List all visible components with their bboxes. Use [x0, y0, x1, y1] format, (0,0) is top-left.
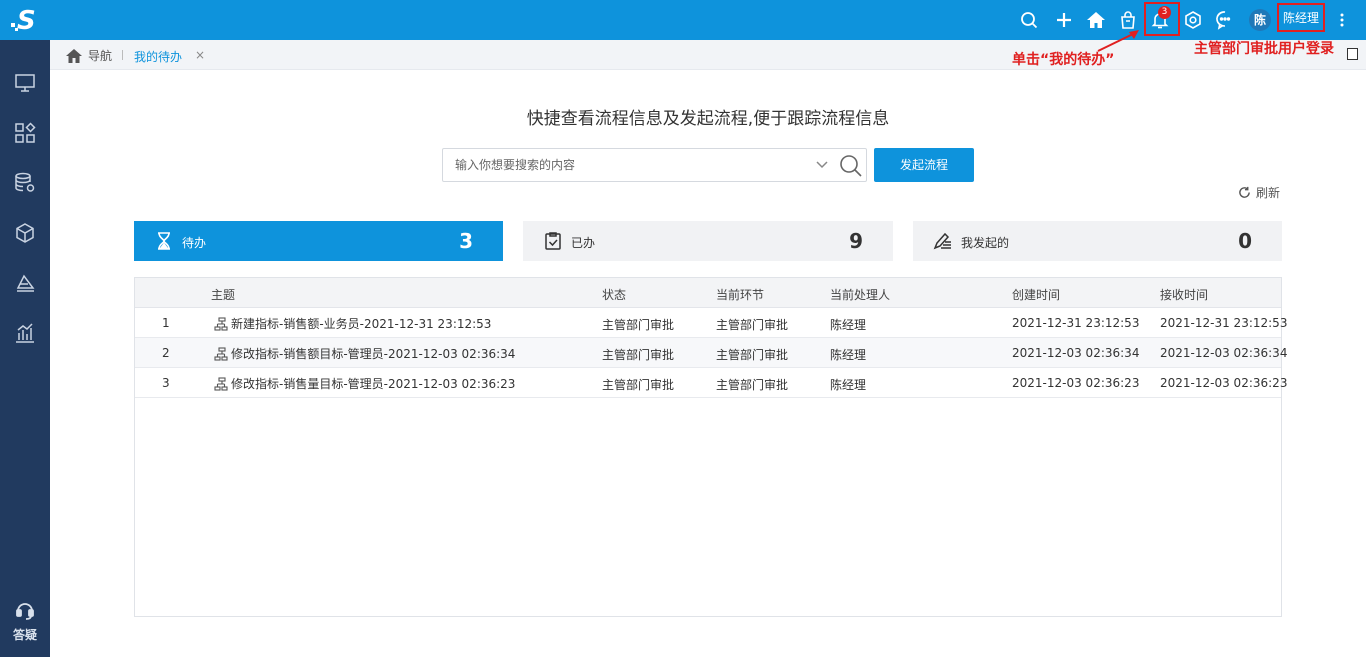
card-done[interactable]: 已办 9: [523, 221, 893, 261]
row-stage: 主管部门审批: [716, 348, 789, 362]
row-status: 主管部门审批: [602, 348, 675, 362]
more-vertical-icon[interactable]: [1330, 8, 1354, 32]
row-created: 2021-12-03 02:36:23: [1012, 376, 1140, 390]
left-sidebar: S 答疑: [0, 0, 50, 657]
window-restore-icon[interactable]: [1347, 48, 1358, 60]
row-subject-text: 修改指标-销售额目标-管理员-2021-12-03 02:36:34: [231, 347, 516, 361]
table-header: 主题 状态 当前环节 当前处理人 创建时间 接收时间: [135, 278, 1281, 308]
row-handler: 陈经理: [830, 348, 867, 362]
row-subject[interactable]: 修改指标-销售额目标-管理员-2021-12-03 02:36:34: [214, 345, 515, 362]
refresh-label: 刷新: [1256, 186, 1281, 200]
page-headline: 快捷查看流程信息及发起流程,便于跟踪流程信息: [526, 109, 890, 129]
row-received: 2021-12-03 02:36:23: [1160, 376, 1288, 390]
header-created[interactable]: 创建时间: [1012, 286, 1060, 303]
card-done-label: 已办: [571, 236, 596, 250]
row-handler: 陈经理: [830, 378, 867, 392]
table-row[interactable]: 1 新建指标-销售额-业务员-2021-12-31 23:12:53 主管部门审…: [135, 308, 1287, 338]
flow-icon: [214, 346, 228, 361]
row-status: 主管部门审批: [602, 378, 675, 392]
monitor-icon[interactable]: [13, 71, 37, 95]
search-box: [442, 148, 867, 182]
tab-strip: 导航 我的待办 ×: [50, 40, 1366, 70]
tab-my-todo[interactable]: 我的待办: [134, 48, 182, 65]
refresh-icon: [1239, 186, 1250, 198]
row-subject[interactable]: 新建指标-销售额-业务员-2021-12-31 23:12:53: [214, 315, 491, 332]
card-todo[interactable]: 待办 3: [134, 221, 503, 261]
search-input[interactable]: [455, 157, 805, 173]
hourglass-icon: [158, 232, 170, 250]
flow-icon: [214, 316, 228, 331]
card-initiated-label: 我发起的: [961, 236, 1010, 250]
close-icon[interactable]: ×: [195, 48, 205, 62]
tab-divider: [122, 50, 123, 60]
header-handler[interactable]: 当前处理人: [830, 286, 890, 303]
header-received[interactable]: 接收时间: [1160, 286, 1208, 303]
row-subject[interactable]: 修改指标-销售量目标-管理员-2021-12-03 02:36:23: [214, 375, 515, 392]
search-icon[interactable]: [839, 154, 863, 178]
chevron-down-icon[interactable]: [815, 160, 829, 170]
row-received: 2021-12-03 02:36:34: [1160, 346, 1288, 360]
row-status: 主管部门审批: [602, 318, 675, 332]
row-stage: 主管部门审批: [716, 378, 789, 392]
card-initiated[interactable]: 我发起的 0: [913, 221, 1282, 261]
help-button[interactable]: 答疑: [0, 600, 50, 643]
clipboard-check-icon: [545, 232, 561, 250]
row-created: 2021-12-31 23:12:53: [1012, 316, 1140, 330]
card-todo-label: 待办: [182, 236, 207, 250]
header-subject[interactable]: 主题: [211, 286, 235, 303]
pen-list-icon: [933, 232, 951, 250]
nav-home-tab[interactable]: 导航: [66, 47, 112, 64]
flow-icon: [214, 376, 228, 391]
row-subject-text: 新建指标-销售额-业务员-2021-12-31 23:12:53: [231, 317, 492, 331]
todo-table: 主题 状态 当前环节 当前处理人 创建时间 接收时间 1 新建指标-销售额-业务…: [134, 277, 1287, 617]
header-stage[interactable]: 当前环节: [716, 286, 764, 303]
highlight-box-bell: [1144, 2, 1180, 36]
search-icon[interactable]: [1017, 8, 1041, 32]
help-label: 答疑: [12, 628, 37, 642]
settings-icon[interactable]: [1181, 8, 1205, 32]
svg-text:S: S: [17, 6, 36, 34]
row-created: 2021-12-03 02:36:34: [1012, 346, 1140, 360]
layers-icon[interactable]: [13, 271, 37, 295]
table-row[interactable]: 3 修改指标-销售量目标-管理员-2021-12-03 02:36:23 主管部…: [135, 368, 1287, 398]
card-done-count: 9: [849, 229, 863, 253]
header-status[interactable]: 状态: [602, 286, 626, 303]
annotation-click-hint: 单击“我的待办”: [1012, 52, 1115, 68]
start-process-button[interactable]: 发起流程: [874, 148, 974, 182]
row-index: 3: [162, 376, 170, 390]
cube-icon[interactable]: [13, 221, 37, 245]
row-stage: 主管部门审批: [716, 318, 789, 332]
home-icon: [66, 48, 82, 63]
table-row[interactable]: 2 修改指标-销售额目标-管理员-2021-12-03 02:36:34 主管部…: [135, 338, 1287, 368]
annotation-login-hint: 主管部门审批用户登录: [1194, 41, 1334, 57]
plus-icon[interactable]: [1052, 8, 1076, 32]
row-index: 1: [162, 316, 170, 330]
nav-home-label: 导航: [88, 49, 113, 63]
database-settings-icon[interactable]: [13, 171, 37, 195]
s-logo-icon[interactable]: S: [0, 0, 50, 40]
row-index: 2: [162, 346, 170, 360]
chart-icon[interactable]: [13, 321, 37, 345]
card-initiated-count: 0: [1238, 229, 1252, 253]
highlight-box-user: [1277, 3, 1325, 32]
headset-icon: [16, 603, 34, 620]
avatar[interactable]: 陈: [1249, 9, 1271, 31]
refresh-button[interactable]: 刷新: [1238, 184, 1280, 201]
chat-icon[interactable]: [1213, 8, 1237, 32]
row-handler: 陈经理: [830, 318, 867, 332]
row-subject-text: 修改指标-销售量目标-管理员-2021-12-03 02:36:23: [231, 377, 516, 391]
card-todo-count: 3: [459, 229, 473, 253]
row-received: 2021-12-31 23:12:53: [1160, 316, 1288, 330]
